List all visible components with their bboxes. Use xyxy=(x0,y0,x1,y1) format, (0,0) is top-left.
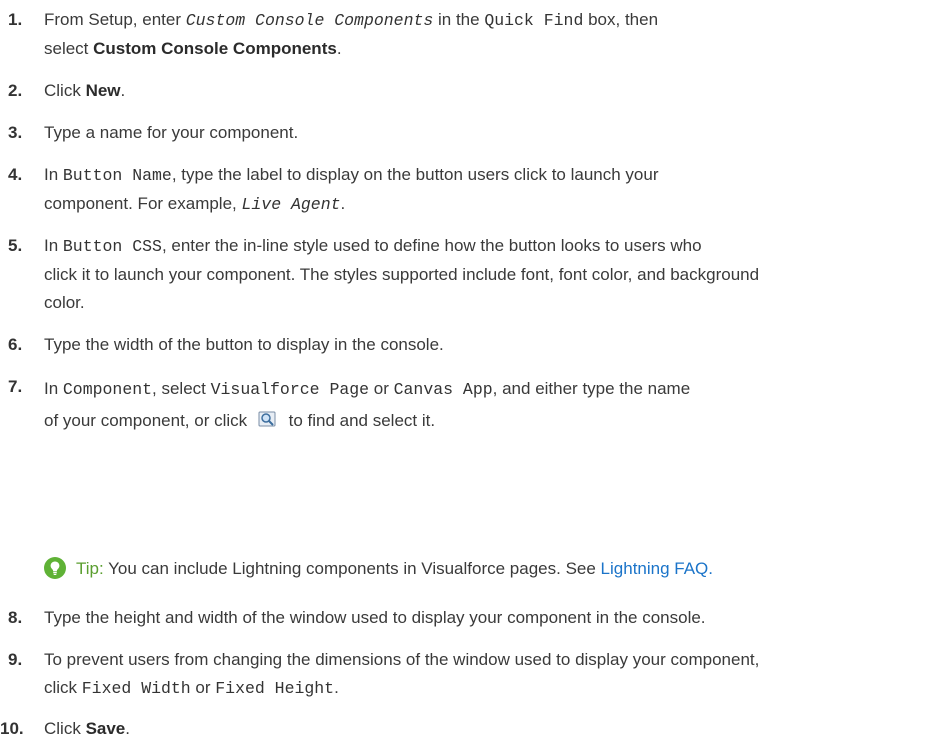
tip-label: Tip: xyxy=(76,559,104,578)
code-text: Fixed Width xyxy=(81,679,191,698)
code-text: Button CSS xyxy=(62,237,162,256)
code-text: Component xyxy=(62,380,153,399)
step-number: 2. xyxy=(8,81,23,100)
step-number: 4. xyxy=(8,165,23,184)
step-number: 1. xyxy=(8,10,23,29)
code-text: Live Agent xyxy=(241,195,341,214)
bold-term: Custom Console Components xyxy=(93,39,337,58)
step-number: 10. xyxy=(0,719,24,738)
lightbulb-icon xyxy=(44,557,66,579)
code-text: Button Name xyxy=(62,166,172,185)
step-number: 5. xyxy=(8,236,23,255)
instruction-document: 1. From Setup, enter Custom Console Comp… xyxy=(0,0,951,747)
step-number: 6. xyxy=(8,335,23,354)
step-number: 3. xyxy=(8,123,23,142)
bold-term: Save xyxy=(85,719,126,738)
tip-callout: Tip: You can include Lightning component… xyxy=(44,555,944,583)
code-text: Canvas App xyxy=(393,380,493,399)
code-text: Fixed Height xyxy=(215,679,335,698)
code-text: Quick Find xyxy=(484,11,584,30)
bold-term: New xyxy=(85,81,121,100)
code-text: Custom Console Components xyxy=(185,11,434,30)
step-number: 9. xyxy=(8,650,23,669)
lookup-magnifier-icon[interactable] xyxy=(258,408,278,427)
step-number: 8. xyxy=(8,608,23,627)
step-number: 7. xyxy=(8,377,23,396)
lightning-faq-link[interactable]: Lightning FAQ xyxy=(601,559,709,578)
code-text: Visualforce Page xyxy=(210,380,370,399)
